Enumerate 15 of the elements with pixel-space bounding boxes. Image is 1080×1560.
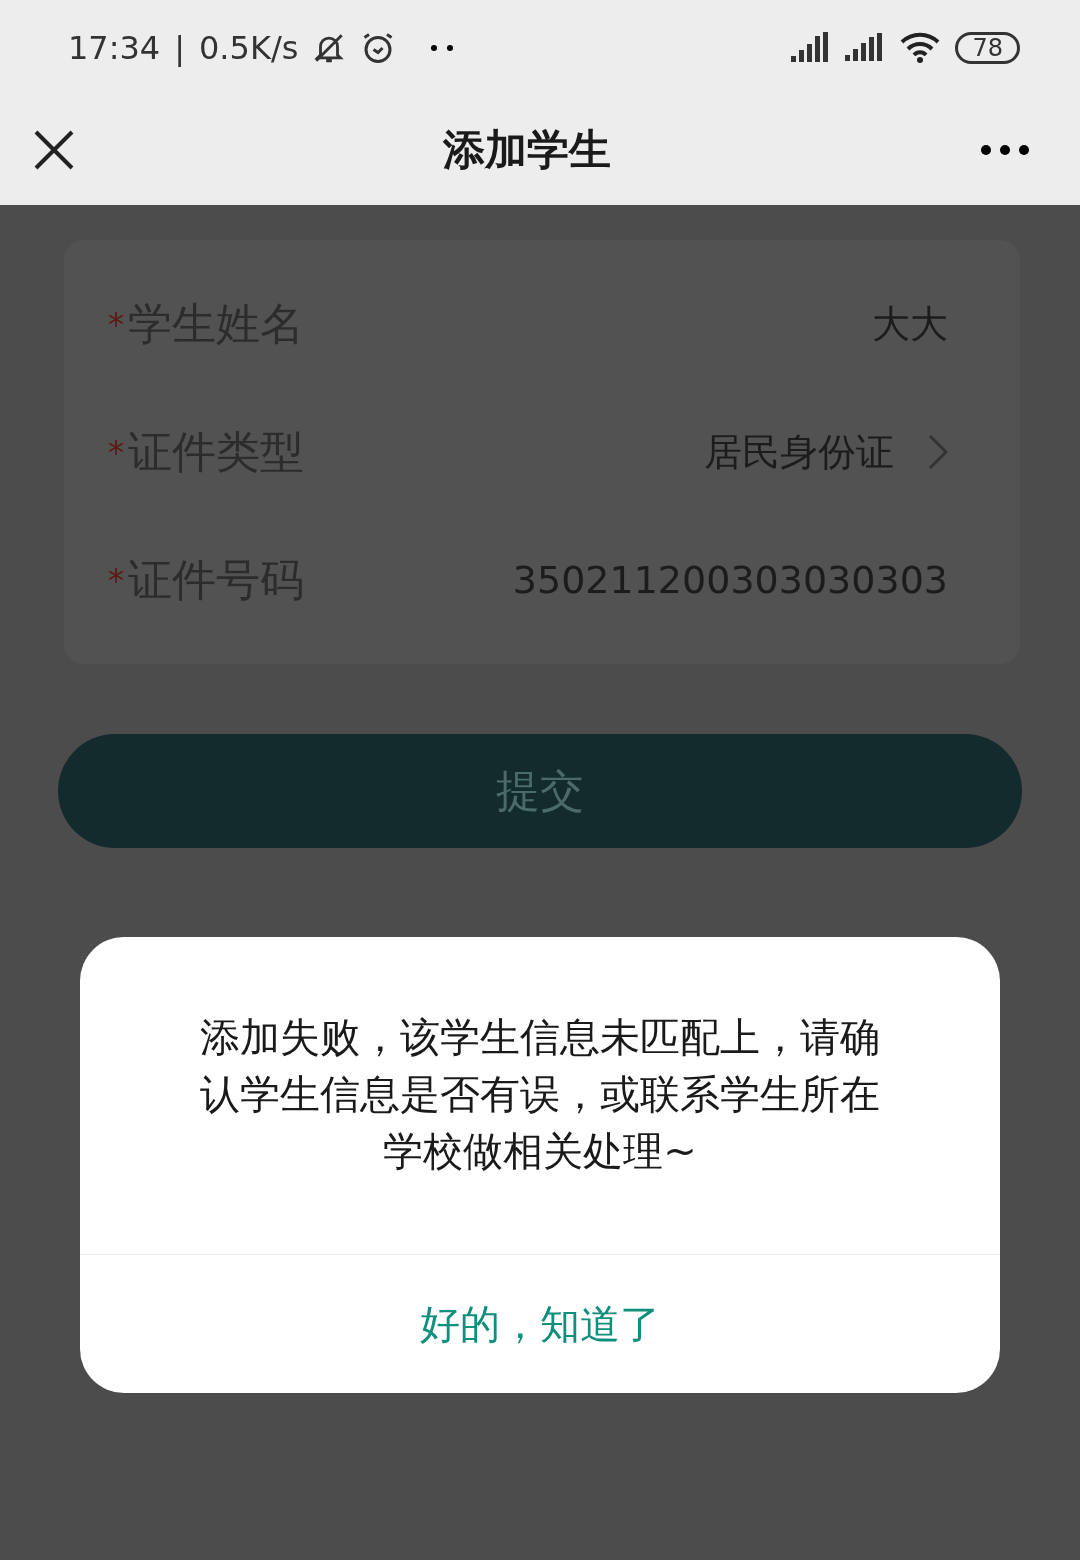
separator-text: | — [174, 28, 185, 67]
battery-indicator: 78 — [955, 31, 1020, 64]
more-dots-icon — [430, 43, 455, 52]
required-asterisk: * — [108, 305, 124, 343]
wifi-icon — [899, 31, 942, 64]
close-icon[interactable] — [34, 130, 74, 170]
required-asterisk: * — [108, 433, 124, 471]
network-speed: 0.5K/s — [199, 28, 299, 67]
page-title: 添加学生 — [443, 124, 611, 176]
confirm-button[interactable]: 好的，知道了 — [80, 1255, 1000, 1393]
required-asterisk: * — [108, 561, 124, 599]
dialog-message: 添加失败，该学生信息未匹配上，请确认学生信息是否有误，或联系学生所在学校做相关处理~ — [80, 937, 1000, 1255]
clock-time: 17:34 — [68, 28, 161, 67]
more-icon[interactable] — [980, 144, 1030, 156]
chevron-right-icon — [928, 434, 948, 470]
